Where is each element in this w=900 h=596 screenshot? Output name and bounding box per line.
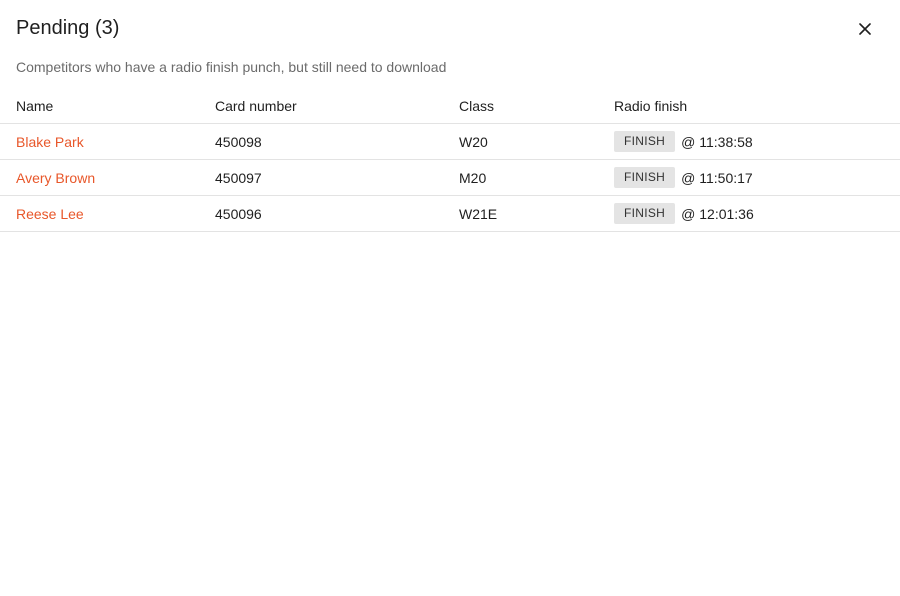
card-number-cell: 450097 [215, 159, 459, 196]
table-header-row: Name Card number Class Radio finish [0, 88, 900, 124]
class-cell: M20 [459, 159, 614, 196]
header-class[interactable]: Class [459, 88, 614, 124]
pending-table: Name Card number Class Radio finish Blak… [0, 88, 900, 232]
dialog-subtitle: Competitors who have a radio finish punc… [16, 59, 447, 75]
finish-badge: FINISH [614, 203, 676, 224]
competitor-name-link[interactable]: Reese Lee [16, 206, 84, 222]
radio-finish-cell: FINISH @ 12:01:36 [614, 195, 900, 232]
close-icon [859, 23, 871, 35]
class-cell: W20 [459, 123, 614, 160]
card-number-cell: 450096 [215, 195, 459, 232]
header-card-number[interactable]: Card number [215, 88, 459, 124]
table-row: Avery Brown 450097 M20 FINISH @ 11:50:17 [0, 159, 900, 196]
radio-finish-cell: FINISH @ 11:38:58 [614, 123, 900, 160]
finish-badge: FINISH [614, 167, 676, 188]
finish-time: @ 12:01:36 [681, 205, 754, 222]
close-button[interactable] [852, 16, 878, 42]
card-number-cell: 450098 [215, 123, 459, 160]
header-radio-finish[interactable]: Radio finish [614, 88, 900, 124]
header-name[interactable]: Name [0, 88, 215, 124]
dialog-title: Pending (3) [16, 17, 120, 39]
table-row: Blake Park 450098 W20 FINISH @ 11:38:58 [0, 123, 900, 160]
finish-time: @ 11:50:17 [681, 169, 753, 186]
competitor-name-link[interactable]: Avery Brown [16, 170, 95, 186]
finish-time: @ 11:38:58 [681, 133, 753, 150]
class-cell: W21E [459, 195, 614, 232]
pending-dialog: Pending (3) Competitors who have a radio… [0, 0, 900, 596]
finish-badge: FINISH [614, 131, 676, 152]
radio-finish-cell: FINISH @ 11:50:17 [614, 159, 900, 196]
competitor-name-link[interactable]: Blake Park [16, 134, 84, 150]
dialog-header: Pending (3) [16, 16, 884, 42]
table-row: Reese Lee 450096 W21E FINISH @ 12:01:36 [0, 195, 900, 232]
